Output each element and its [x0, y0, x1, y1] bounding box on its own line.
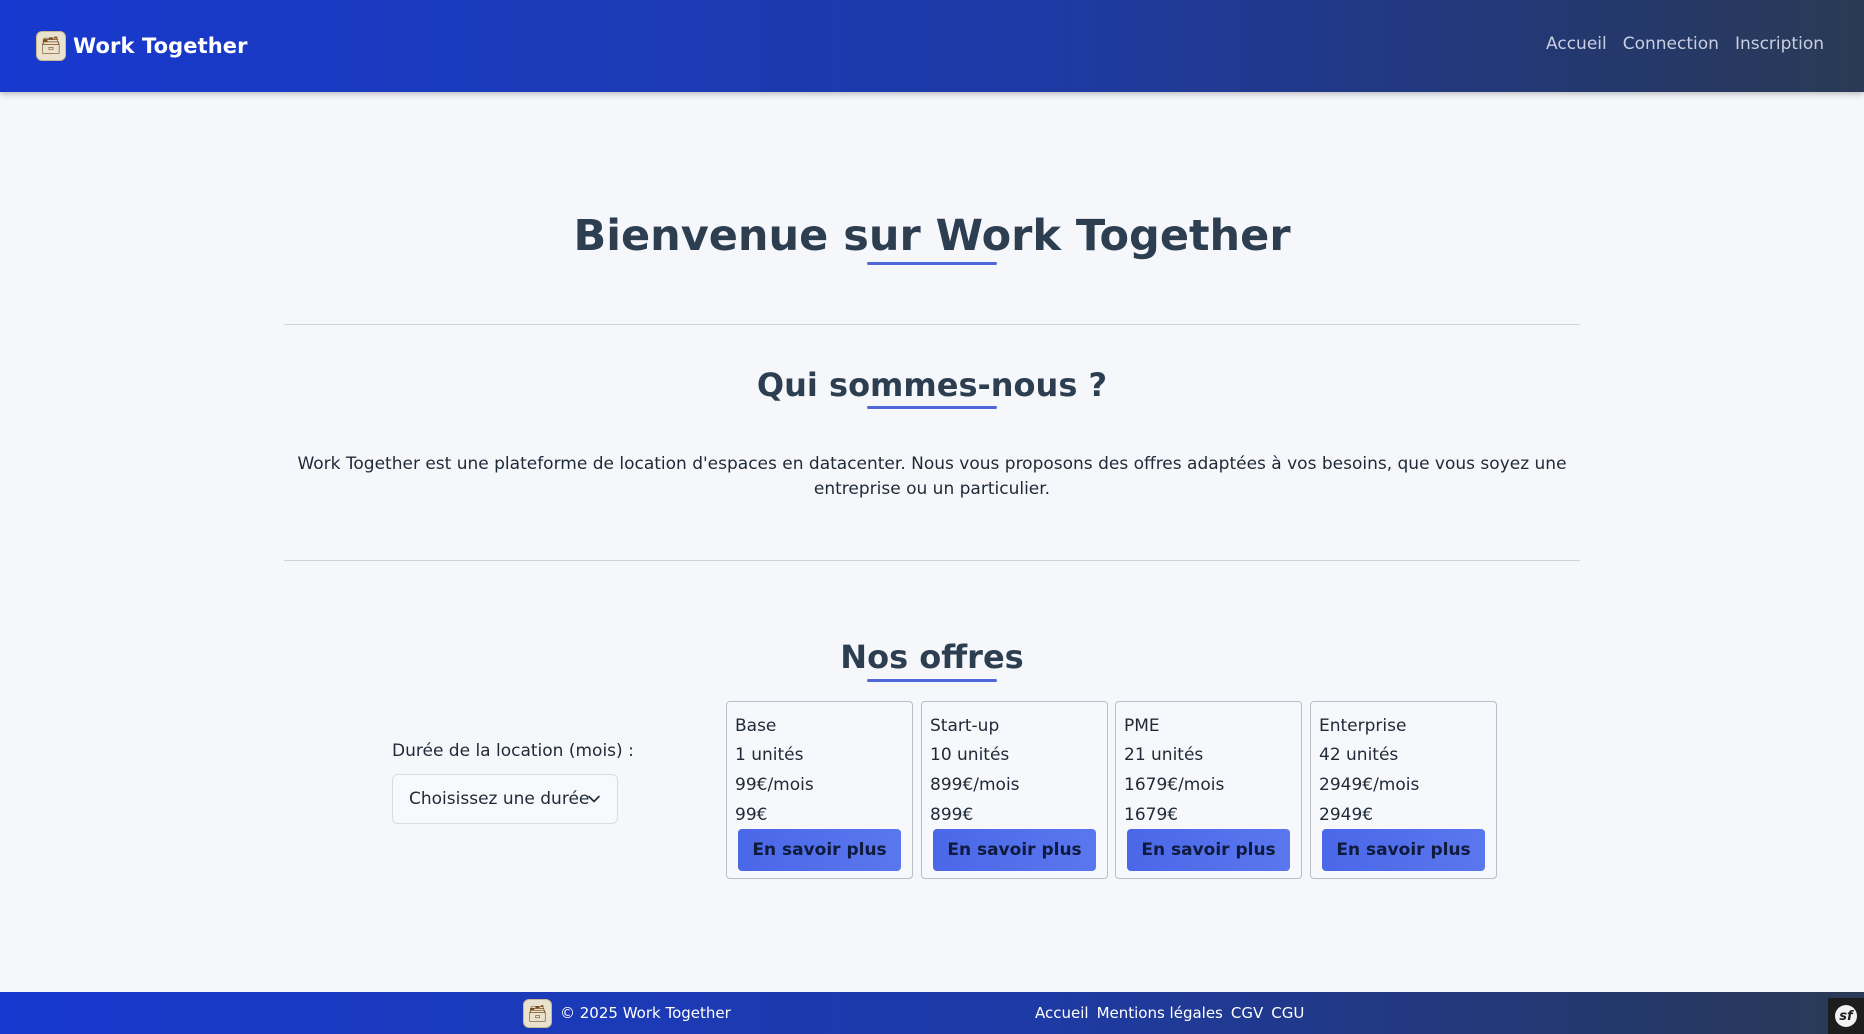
offer-card-pme: PME 21 unités 1679€/mois 1679€ En savoir…	[1115, 701, 1302, 879]
offer-name: Base	[735, 716, 777, 736]
offer-name: PME	[1124, 716, 1160, 736]
offer-units: 21 unités	[1124, 745, 1204, 765]
offer-total-price: 899€	[930, 805, 974, 825]
nav-link-connection[interactable]: Connection	[1623, 34, 1719, 54]
learn-more-button[interactable]: En savoir plus	[1322, 829, 1485, 871]
main-nav: Accueil Connection Inscription	[1546, 34, 1824, 54]
offers-title-underline	[867, 679, 997, 682]
learn-more-button[interactable]: En savoir plus	[1127, 829, 1290, 871]
offer-name: Enterprise	[1319, 716, 1407, 736]
offers-title: Nos offres	[840, 638, 1024, 676]
footer-link-cgv[interactable]: CGV	[1231, 1004, 1263, 1022]
offer-units: 10 unités	[930, 745, 1010, 765]
duration-label: Durée de la location (mois) :	[392, 741, 634, 761]
offer-card-base: Base 1 unités 99€/mois 99€ En savoir plu…	[726, 701, 913, 879]
logo-icon: 🗃	[36, 31, 66, 61]
footer-link-cgu[interactable]: CGU	[1271, 1004, 1304, 1022]
copyright: © 2025 Work Together	[560, 1004, 731, 1022]
offer-units: 1 unités	[735, 745, 804, 765]
offer-total-price: 1679€	[1124, 805, 1179, 825]
learn-more-button[interactable]: En savoir plus	[933, 829, 1096, 871]
offer-monthly-price: 99€/mois	[735, 775, 814, 795]
divider	[284, 560, 1580, 561]
divider	[284, 324, 1580, 325]
duration-select-value: Choisissez une durée	[409, 789, 590, 809]
brand-link[interactable]: 🗃 Work Together	[36, 31, 248, 61]
offer-card-enterprise: Enterprise 42 unités 2949€/mois 2949€ En…	[1310, 701, 1497, 879]
offer-monthly-price: 899€/mois	[930, 775, 1020, 795]
offer-name: Start-up	[930, 716, 1000, 736]
page-title: Bienvenue sur Work Together	[573, 211, 1291, 261]
symfony-icon: sf	[1835, 1005, 1857, 1027]
chevron-down-icon	[588, 795, 600, 803]
offer-units: 42 unités	[1319, 745, 1399, 765]
about-title: Qui sommes-nous ?	[756, 366, 1108, 404]
navbar: 🗃 Work Together Accueil Connection Inscr…	[0, 0, 1864, 92]
duration-select[interactable]: Choisissez une durée	[392, 774, 618, 824]
about-text: Work Together est une plateforme de loca…	[297, 454, 1567, 499]
brand-name: Work Together	[73, 34, 248, 58]
offer-monthly-price: 1679€/mois	[1124, 775, 1225, 795]
footer: 🗃 © 2025 Work Together Accueil Mentions …	[0, 992, 1864, 1034]
footer-link-mentions-legales[interactable]: Mentions légales	[1097, 1004, 1223, 1022]
about-title-underline	[867, 406, 997, 409]
footer-links: Accueil Mentions légales CGV CGU	[1035, 1004, 1304, 1022]
learn-more-button[interactable]: En savoir plus	[738, 829, 901, 871]
footer-link-accueil[interactable]: Accueil	[1035, 1004, 1089, 1022]
title-underline	[867, 262, 997, 265]
offer-card-startup: Start-up 10 unités 899€/mois 899€ En sav…	[921, 701, 1108, 879]
nav-link-accueil[interactable]: Accueil	[1546, 34, 1607, 54]
offer-total-price: 99€	[735, 805, 768, 825]
offer-monthly-price: 2949€/mois	[1319, 775, 1420, 795]
offer-total-price: 2949€	[1319, 805, 1374, 825]
symfony-toolbar-button[interactable]: sf	[1828, 998, 1864, 1034]
nav-link-inscription[interactable]: Inscription	[1735, 34, 1824, 54]
footer-logo-icon: 🗃	[523, 999, 552, 1028]
